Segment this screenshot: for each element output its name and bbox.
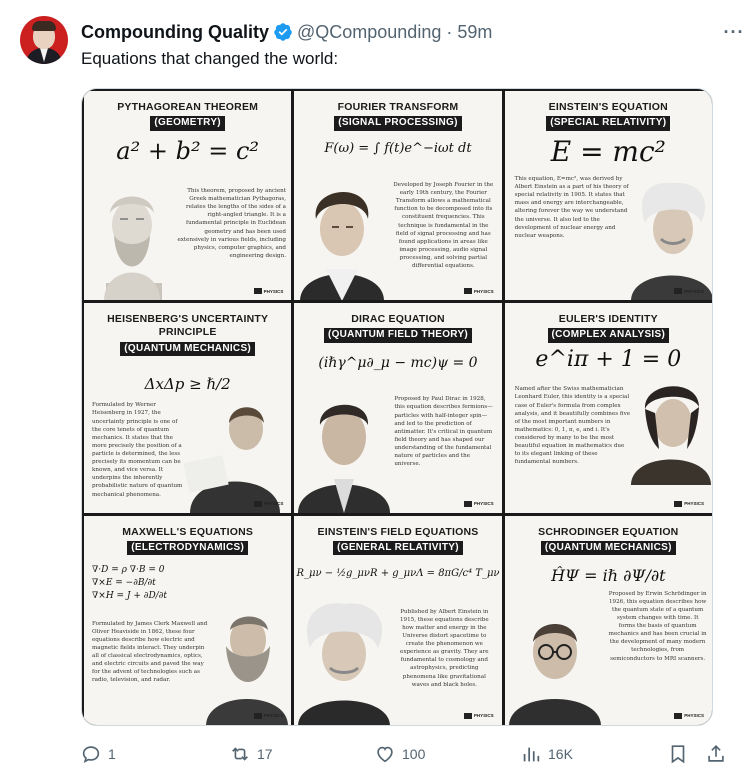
panel-subtitle: (SIGNAL PROCESSING) [334, 116, 462, 131]
repost-count: 17 [257, 746, 273, 762]
reply-count: 1 [108, 746, 116, 762]
views-count: 16K [548, 746, 573, 762]
panel-description: Formulated by Werner Heisenberg in 1927,… [92, 402, 183, 498]
heisenberg-portrait-icon [183, 407, 280, 513]
panel-subtitle: (GENERAL RELATIVITY) [333, 540, 463, 556]
panel-equation: ĤΨ = iℏ ∂Ψ/∂t [551, 565, 666, 585]
panel-pythagorean: PYTHAGOREAN THEOREM (GEOMETRY) a² + b² = … [84, 91, 292, 301]
panel-title: DIRAC EQUATION [351, 313, 445, 326]
panel-subtitle: (GEOMETRY) [150, 116, 225, 131]
physics-logo: PHYSICS [253, 500, 283, 507]
panel-title: FOURIER TRANSFORM [337, 101, 459, 113]
panel-subtitle: (SPECIAL RELATIVITY) [546, 116, 671, 131]
panel-subtitle: (ELECTRODYNAMICS) [127, 540, 249, 556]
tweet-image[interactable]: PYTHAGOREAN THEOREM (GEOMETRY) a² + b² = … [81, 88, 713, 726]
panel-maxwell: MAXWELL'S EQUATIONS (ELECTRODYNAMICS) ∇·D… [84, 515, 292, 725]
verified-badge-icon[interactable] [273, 22, 293, 42]
more-options-icon[interactable]: ··· [722, 20, 746, 44]
panel-title: EINSTEIN'S EQUATION [548, 101, 668, 113]
panel-title: EULER'S IDENTITY [558, 313, 658, 326]
panel-equation: a² + b² = c² [116, 137, 260, 165]
physics-logo: PHYSICS [463, 500, 494, 507]
author-avatar[interactable] [20, 16, 68, 64]
reply-button[interactable]: 1 [80, 741, 116, 767]
like-count: 100 [402, 746, 426, 762]
panel-title: HEISENBERG'S UNCERTAINTY PRINCIPLE [107, 313, 269, 339]
panel-description: Proposed by Erwin Schrödinger in 1926, t… [608, 590, 707, 662]
panel-title: EINSTEIN'S FIELD EQUATIONS [317, 525, 479, 538]
physics-logo: PHYSICS [674, 712, 704, 719]
physics-logo: PHYSICS [463, 712, 494, 719]
panel-equation: R_μν − ½g_μνR + g_μνΛ = 8πG/c⁴ T_μν [296, 567, 500, 579]
panel-schrodinger: SCHRODINGER EQUATION (QUANTUM MECHANICS) … [504, 515, 712, 725]
einstein-portrait-icon [630, 182, 712, 301]
views-button[interactable]: 16K [520, 741, 573, 767]
physics-logo: PHYSICS [253, 288, 283, 295]
bookmark-button[interactable] [667, 741, 689, 767]
panel-equation: (iℏγ^μ∂_μ − mc)ψ = 0 [318, 355, 478, 372]
fourier-portrait-icon [300, 191, 385, 301]
einstein-portrait-icon [298, 602, 391, 725]
tweet-actions-bar: 1 17 100 16K [0, 741, 751, 767]
repost-button[interactable]: 17 [229, 741, 273, 767]
panel-description: This theorem, proposed by ancient Greek … [177, 188, 286, 259]
panel-title: MAXWELL'S EQUATIONS [122, 525, 254, 538]
dirac-portrait-icon [298, 405, 391, 513]
panel-euler: EULER'S IDENTITY (COMPLEX ANALYSIS) e^iπ … [504, 303, 712, 513]
panel-equation: F(ω) = ∫ f(t)e^−iωt dt [324, 141, 472, 156]
physics-logo: PHYSICS [674, 500, 704, 507]
separator-dot: · [446, 21, 453, 42]
tweet-text: Equations that changed the world: [81, 49, 339, 68]
panel-dirac: DIRAC EQUATION (QUANTUM FIELD THEORY) (iℏ… [294, 303, 502, 513]
panel-equation: e^iπ + 1 = 0 [535, 347, 682, 373]
panel-title: PYTHAGOREAN THEOREM [117, 101, 259, 113]
author-name[interactable]: Compounding Quality [81, 22, 269, 43]
panel-einstein-field: EINSTEIN'S FIELD EQUATIONS (GENERAL RELAT… [294, 515, 502, 725]
panel-description: Proposed by Paul Dirac in 1928, this equ… [394, 396, 493, 468]
tweet-timestamp[interactable]: 59m [457, 22, 492, 43]
repost-icon [232, 747, 248, 761]
pythagoras-bust-icon [104, 196, 162, 301]
views-icon [523, 747, 540, 762]
panel-description: This equation, E=mc², was derived by Alb… [514, 176, 629, 239]
euler-portrait-icon [630, 386, 711, 486]
heart-icon [377, 746, 393, 763]
schrodinger-portrait-icon [508, 623, 601, 725]
bookmark-icon [671, 745, 685, 764]
panel-subtitle: (QUANTUM MECHANICS) [540, 540, 676, 556]
panel-heisenberg: HEISENBERG'S UNCERTAINTY PRINCIPLE (QUANT… [84, 303, 292, 513]
reply-icon [82, 746, 100, 763]
tweet-header: Compounding Quality @QCompounding · 59m [81, 21, 492, 43]
share-button[interactable] [705, 741, 727, 767]
like-button[interactable]: 100 [374, 741, 425, 767]
panel-einstein-emc2: EINSTEIN'S EQUATION (SPECIAL RELATIVITY) … [504, 91, 712, 301]
panel-fourier: FOURIER TRANSFORM (SIGNAL PROCESSING) F(ω… [294, 91, 502, 301]
panel-equation: E = mc² [550, 135, 666, 168]
maxwell-portrait-icon [206, 616, 288, 725]
equations-grid: PYTHAGOREAN THEOREM (GEOMETRY) a² + b² = … [84, 91, 712, 725]
physics-logo: PHYSICS [253, 712, 283, 719]
physics-logo: PHYSICS [674, 288, 704, 295]
panel-description: Formulated by James Clerk Maxwell and Ol… [92, 620, 208, 684]
avatar-hair [32, 21, 56, 31]
panel-description: Developed by Joseph Fourier in the early… [393, 182, 494, 270]
panel-subtitle: (QUANTUM FIELD THEORY) [323, 328, 473, 343]
panel-subtitle: (QUANTUM MECHANICS) [120, 341, 256, 357]
panel-subtitle: (COMPLEX ANALYSIS) [547, 328, 670, 343]
share-icon [708, 745, 724, 762]
physics-logo: PHYSICS [463, 288, 494, 295]
panel-description: Published by Albert Einstein in 1915, th… [400, 608, 489, 688]
panel-title: SCHRODINGER EQUATION [538, 525, 679, 538]
panel-description: Named after the Swiss mathematician Leon… [514, 386, 631, 466]
panel-equation: ∇·D = ρ ∇·B = 0 ∇×E = −∂B/∂t ∇×H = J + ∂… [92, 564, 167, 601]
author-handle[interactable]: @QCompounding [297, 22, 441, 43]
